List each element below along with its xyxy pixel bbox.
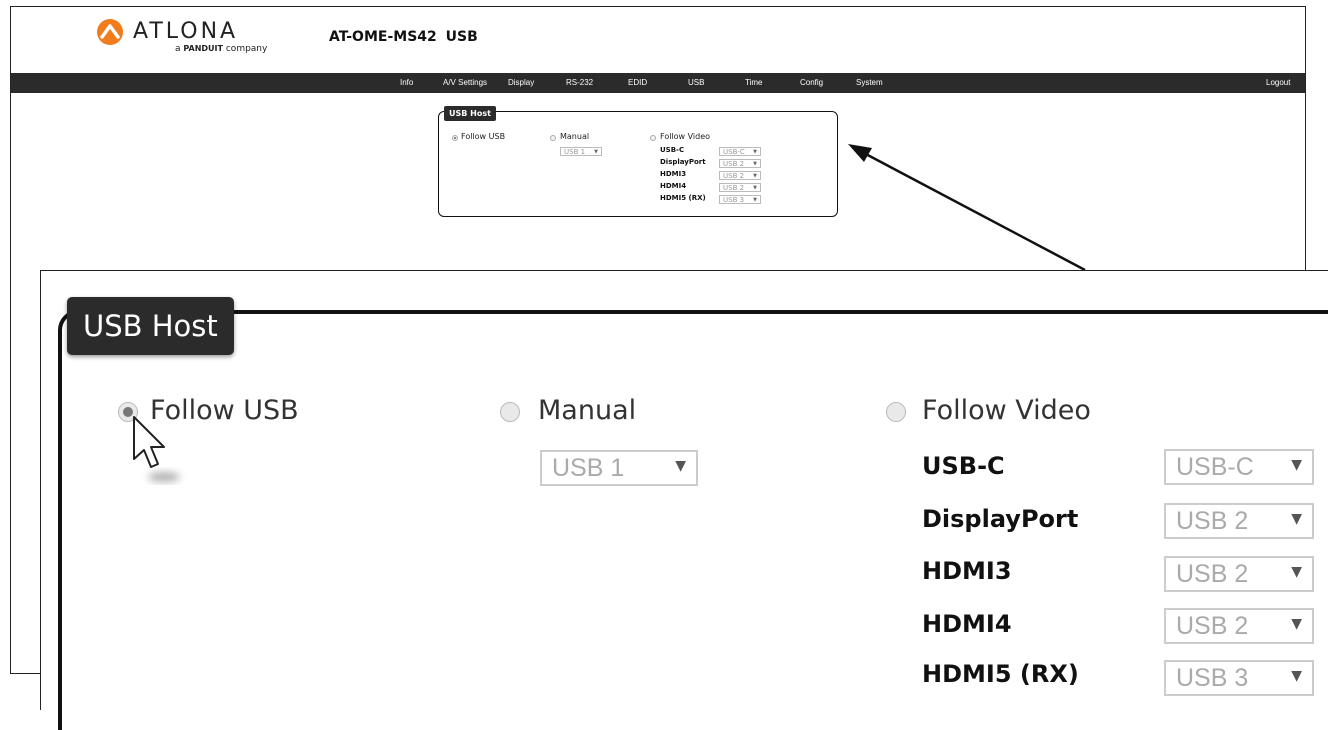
follow-video-label: Follow Video <box>922 395 1091 426</box>
video-input-label: DisplayPort <box>922 505 1079 533</box>
video-usb-select[interactable]: USB 2 ▼ <box>1164 503 1314 539</box>
follow-video-radio[interactable] <box>886 402 906 422</box>
usb-host-panel <box>58 310 1328 730</box>
video-usb-select[interactable]: USB-C ▼ <box>1164 449 1314 485</box>
manual-usb-select[interactable]: USB 1 ▼ <box>540 450 698 486</box>
chevron-down-icon: ▼ <box>675 458 686 474</box>
chevron-down-icon: ▼ <box>1291 616 1302 632</box>
video-input-label: HDMI5 (RX) <box>922 660 1079 688</box>
chevron-down-icon: ▼ <box>1291 457 1302 473</box>
manual-radio[interactable] <box>500 402 520 422</box>
usb-host-legend: USB Host <box>67 297 234 355</box>
video-usb-select[interactable]: USB 2 ▼ <box>1164 556 1314 592</box>
video-usb-select[interactable]: USB 2 ▼ <box>1164 608 1314 644</box>
chevron-down-icon: ▼ <box>1291 668 1302 684</box>
chevron-down-icon: ▼ <box>1291 511 1302 527</box>
video-input-label: USB-C <box>922 452 1005 480</box>
video-usb-select[interactable]: USB 3 ▼ <box>1164 660 1314 696</box>
chevron-down-icon: ▼ <box>1291 564 1302 580</box>
video-input-label: HDMI4 <box>922 610 1012 638</box>
manual-label: Manual <box>538 395 637 426</box>
video-input-label: HDMI3 <box>922 557 1012 585</box>
mouse-pointer-icon <box>133 416 180 482</box>
